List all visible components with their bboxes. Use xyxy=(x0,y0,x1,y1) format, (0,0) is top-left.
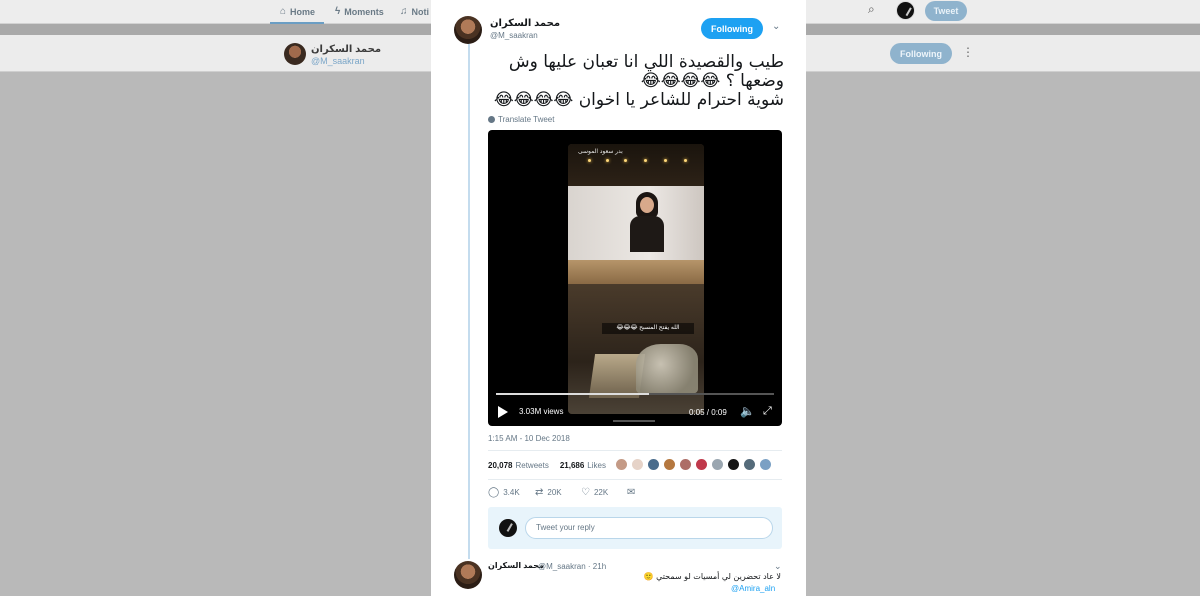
divider xyxy=(488,479,782,480)
profile-handle[interactable]: @M_saakran xyxy=(311,56,365,66)
likes-count[interactable]: 21,686 xyxy=(560,461,584,470)
light-dot xyxy=(588,159,591,162)
profile-name[interactable]: محمد السكران xyxy=(311,44,381,55)
globe-icon xyxy=(488,116,495,123)
nav-moments-label: Moments xyxy=(344,7,384,17)
liker-avatar[interactable] xyxy=(759,458,772,471)
envelope-icon: ✉ xyxy=(627,487,636,498)
chevron-down-icon[interactable]: ⌄ xyxy=(774,561,782,572)
user-avatar xyxy=(499,519,517,537)
liker-avatar[interactable] xyxy=(695,458,708,471)
reply-mention-link[interactable]: @Amira_aln xyxy=(731,584,775,593)
tweet-modal: محمد السكران @M_saakran Following ⌄ طيب … xyxy=(431,0,806,596)
tweet-text-line: وضعها ؟ 😂😂😂😂 xyxy=(640,71,784,91)
nav-notifications-label: Noti xyxy=(411,7,430,17)
likers-avatars xyxy=(615,458,772,471)
translate-label: Translate Tweet xyxy=(498,115,555,124)
video-player[interactable]: بدر سعود الموسى الله يفتح المسبح 😂😂😂 3.0… xyxy=(488,130,782,426)
video-stage xyxy=(568,260,704,284)
retweet-action[interactable]: ⇄ 20K xyxy=(535,487,581,498)
reply-author-avatar[interactable] xyxy=(454,561,482,589)
video-top-caption: بدر سعود الموسى xyxy=(578,149,623,155)
liker-avatar[interactable] xyxy=(615,458,628,471)
user-avatar[interactable] xyxy=(896,1,915,20)
tweet-actions: ◯ 3.4K ⇄ 20K ♡ 22K ✉ xyxy=(488,487,635,498)
like-action[interactable]: ♡ 22K xyxy=(581,487,627,498)
tweet-text-line: طيب والقصيدة اللي انا تعبان عليها وش xyxy=(508,52,784,72)
retweets-count[interactable]: 20,078 xyxy=(488,461,512,470)
bolt-icon: ϟ xyxy=(335,6,341,17)
reply-action[interactable]: ◯ 3.4K xyxy=(488,487,535,498)
author-avatar[interactable] xyxy=(454,16,482,44)
direct-message-action[interactable]: ✉ xyxy=(627,487,635,498)
reply-author-meta[interactable]: @M_saakran · 21h xyxy=(538,562,606,571)
liker-avatar[interactable] xyxy=(727,458,740,471)
fullscreen-icon[interactable]: ⤢ xyxy=(763,405,772,418)
tweet-text-line: شوية احترام للشاعر يا اخوان 😂😂😂😂 xyxy=(493,90,784,110)
video-progress-fill xyxy=(496,393,649,395)
reply-text: لا عاد تحضرين لي أمسيات لو سمحتي 🙂 xyxy=(643,572,781,581)
reply-icon: ◯ xyxy=(488,487,500,498)
video-progress-bar[interactable] xyxy=(496,393,774,395)
translate-tweet-link[interactable]: Translate Tweet xyxy=(488,115,554,124)
light-dot xyxy=(684,159,687,162)
profile-avatar[interactable] xyxy=(284,43,306,65)
home-icon: ⌂ xyxy=(280,6,287,17)
reply-composer: Tweet your reply xyxy=(488,507,782,549)
liker-avatar[interactable] xyxy=(743,458,756,471)
liker-avatar[interactable] xyxy=(679,458,692,471)
video-frame: بدر سعود الموسى الله يفتح المسبح 😂😂😂 xyxy=(568,144,704,414)
video-foreground-object xyxy=(636,344,698,394)
video-time: 0:05 / 0:09 xyxy=(689,408,727,417)
like-count: 22K xyxy=(593,488,609,497)
heart-icon: ♡ xyxy=(581,487,590,498)
divider xyxy=(488,450,782,451)
light-dot xyxy=(664,159,667,162)
nav-notifications[interactable]: ♫ Noti xyxy=(400,0,429,24)
thread-line xyxy=(468,44,470,559)
liker-avatar[interactable] xyxy=(647,458,660,471)
video-views: 3.03M views xyxy=(519,407,564,416)
retweet-icon: ⇄ xyxy=(535,487,544,498)
nav-home-label: Home xyxy=(290,7,316,17)
profile-following-button[interactable]: Following xyxy=(890,43,952,64)
video-drag-handle xyxy=(613,420,655,422)
following-button[interactable]: Following xyxy=(701,18,763,39)
reply-count: 3.4K xyxy=(503,488,520,497)
tweet-text: طيب والقصيدة اللي انا تعبان عليها وش وضع… xyxy=(488,53,784,110)
nav-home[interactable]: ⌂ Home xyxy=(280,0,315,24)
bell-icon: ♫ xyxy=(400,6,408,17)
volume-icon[interactable]: 🔈 xyxy=(740,404,755,418)
liker-avatar[interactable] xyxy=(711,458,724,471)
liker-avatar[interactable] xyxy=(631,458,644,471)
light-dot xyxy=(624,159,627,162)
video-caption: الله يفتح المسبح 😂😂😂 xyxy=(602,323,694,334)
reply-input[interactable]: Tweet your reply xyxy=(525,517,773,539)
nav-moments[interactable]: ϟ Moments xyxy=(335,0,384,24)
retweet-count: 20K xyxy=(547,488,562,497)
liker-avatar[interactable] xyxy=(663,458,676,471)
retweets-label[interactable]: Retweets xyxy=(515,461,548,470)
likes-label[interactable]: Likes xyxy=(587,461,606,470)
video-speaker xyxy=(630,192,664,252)
light-dot xyxy=(606,159,609,162)
tweet-stats: 20,078 Retweets 21,686 Likes xyxy=(488,461,606,470)
author-name[interactable]: محمد السكران xyxy=(490,18,560,29)
video-projector-screen xyxy=(568,186,704,260)
tweet-timestamp[interactable]: 1:15 AM - 10 Dec 2018 xyxy=(488,434,570,443)
reply-author-name[interactable]: محمد السكران xyxy=(488,561,544,570)
tweet-button[interactable]: Tweet xyxy=(925,1,967,21)
author-handle[interactable]: @M_saakran xyxy=(490,31,538,40)
more-icon[interactable]: ⋮ xyxy=(962,45,974,59)
search-icon[interactable]: ⌕ xyxy=(868,2,875,17)
play-icon[interactable] xyxy=(498,406,508,418)
chevron-down-icon[interactable]: ⌄ xyxy=(772,21,780,32)
light-dot xyxy=(644,159,647,162)
